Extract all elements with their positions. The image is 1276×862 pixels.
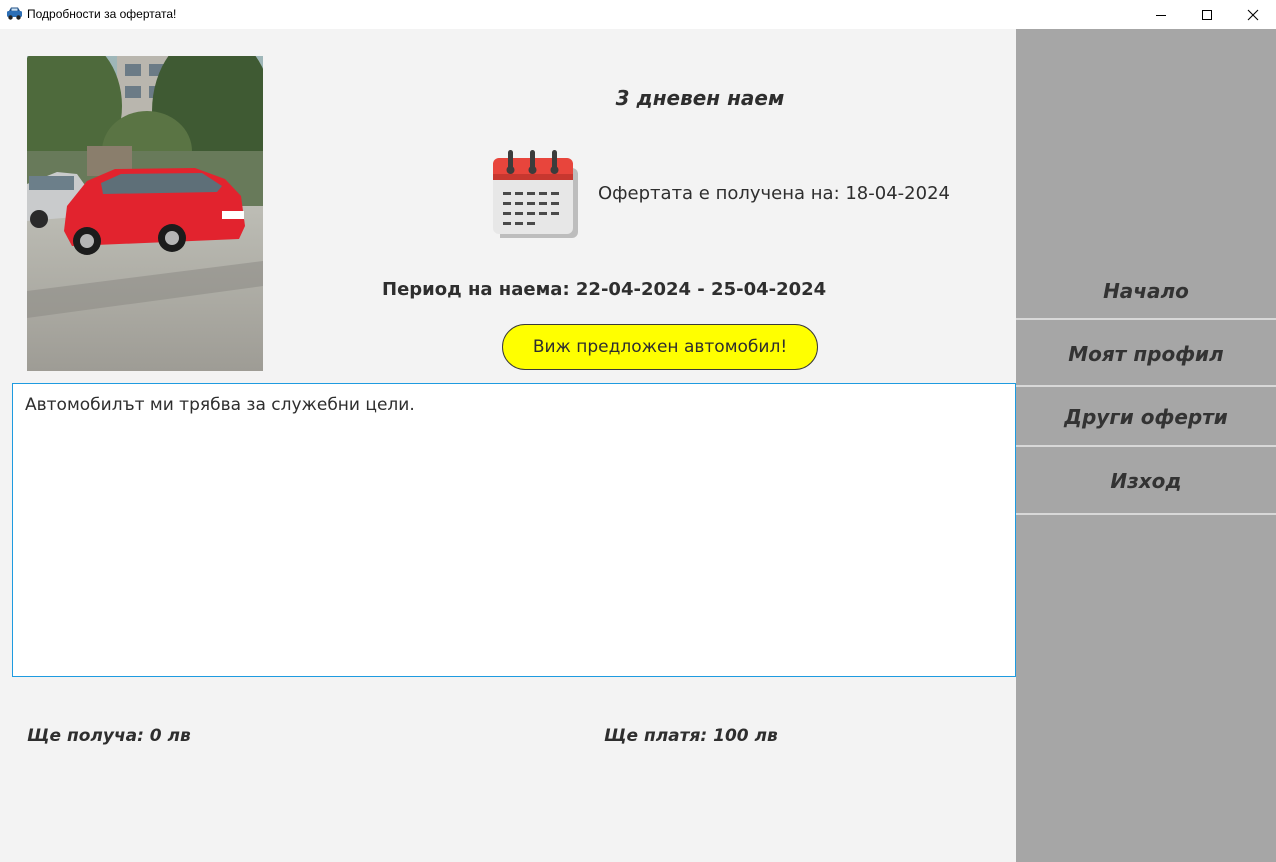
title-bar: Подробности за офертата! xyxy=(0,0,1276,29)
minimize-icon xyxy=(1156,14,1166,16)
sidebar-nav: Начало Моят профил Други оферти Изход xyxy=(1016,29,1276,862)
offer-message-textarea[interactable]: Автомобилът ми трябва за служебни цели. xyxy=(12,383,1016,677)
car-photo xyxy=(27,56,263,371)
receive-amount: Ще получа: 0 лв xyxy=(27,726,191,746)
offer-heading: 3 дневен наем xyxy=(615,86,785,110)
maximize-icon xyxy=(1202,9,1212,20)
calendar-icon xyxy=(493,150,578,238)
rental-period: Период на наема: 22-04-2024 - 25-04-2024 xyxy=(382,279,827,300)
car-icon xyxy=(7,7,22,20)
pay-amount: Ще платя: 100 лв xyxy=(604,726,778,746)
minimize-button[interactable] xyxy=(1138,0,1184,29)
nav-logout-button[interactable]: Изход xyxy=(1016,449,1276,515)
close-icon xyxy=(1247,9,1259,20)
nav-my-profile-button[interactable]: Моят профил xyxy=(1016,322,1276,387)
close-button[interactable] xyxy=(1230,0,1276,29)
nav-other-offers-button[interactable]: Други оферти xyxy=(1016,389,1276,447)
view-offered-car-button[interactable]: Виж предложен автомобил! xyxy=(502,324,818,370)
offer-received-date: Офертата е получена на: 18-04-2024 xyxy=(598,183,950,204)
maximize-button[interactable] xyxy=(1184,0,1230,29)
nav-home-button[interactable]: Начало xyxy=(1016,264,1276,320)
window-title: Подробности за офертата! xyxy=(27,7,177,21)
offer-details-window: Подробности за офертата! 3 дневен наем О… xyxy=(0,0,1276,862)
offer-content-panel: 3 дневен наем Офертата е получена на: 18… xyxy=(0,29,1016,862)
